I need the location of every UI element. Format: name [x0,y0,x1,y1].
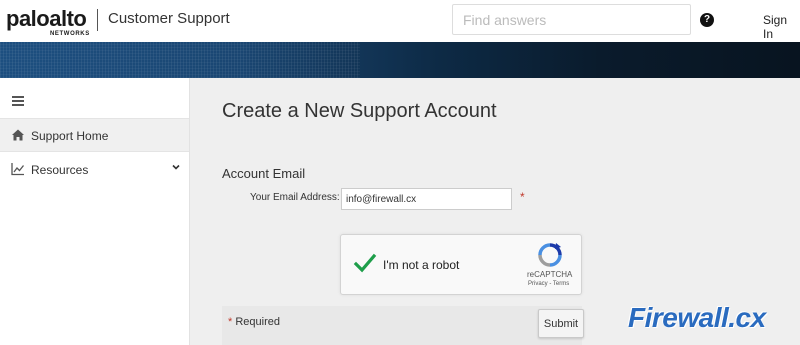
logo-wordmark: paloalto [6,6,87,31]
recaptcha-logo-icon [538,243,562,267]
email-field[interactable] [341,188,512,210]
chevron-down-icon[interactable] [171,162,181,172]
sidebar-item-label: Support Home [31,129,109,143]
hamburger-menu-icon[interactable] [12,96,24,106]
sidebar-item-resources[interactable]: Resources [0,153,189,187]
sidebar-item-support-home[interactable]: Support Home [0,118,189,152]
recaptcha-widget: I'm not a robot reCAPTCHA Privacy - Term… [340,234,582,295]
email-field-label: Your Email Address: [250,192,340,203]
required-note: * Required [228,316,280,328]
required-asterisk: * [228,316,233,328]
sidebar-item-label: Resources [31,163,89,177]
required-asterisk: * [520,190,525,204]
sign-in-link[interactable]: Sign In [763,13,800,41]
logo-subtext: NETWORKS [50,31,90,37]
header-divider [97,9,98,31]
form-footer: * Required Submit [222,306,584,345]
recaptcha-brand: reCAPTCHA [527,270,573,279]
page-title: Create a New Support Account [222,100,497,122]
question-circle-icon[interactable]: ? [700,13,714,27]
sidebar: Support Home Resources [0,78,190,345]
search-input[interactable] [452,4,691,35]
top-header: paloalto NETWORKS Customer Support ? Sig… [0,0,800,42]
section-title: Account Email [222,166,306,181]
recaptcha-privacy-terms[interactable]: Privacy - Terms [528,281,569,287]
watermark-text: Firewall.cx [628,302,766,333]
header-banner [0,42,800,78]
submit-button[interactable]: Submit [538,309,584,338]
firewall-cx-watermark: Firewall.cx [624,300,798,340]
app-title: Customer Support [108,10,230,27]
checkmark-icon[interactable] [353,251,377,275]
required-note-label: Required [235,316,280,328]
home-icon [12,129,24,141]
line-chart-icon [11,163,25,176]
recaptcha-label: I'm not a robot [383,258,460,272]
banner-texture [0,42,360,78]
paloalto-logo[interactable]: paloalto NETWORKS [6,6,96,38]
